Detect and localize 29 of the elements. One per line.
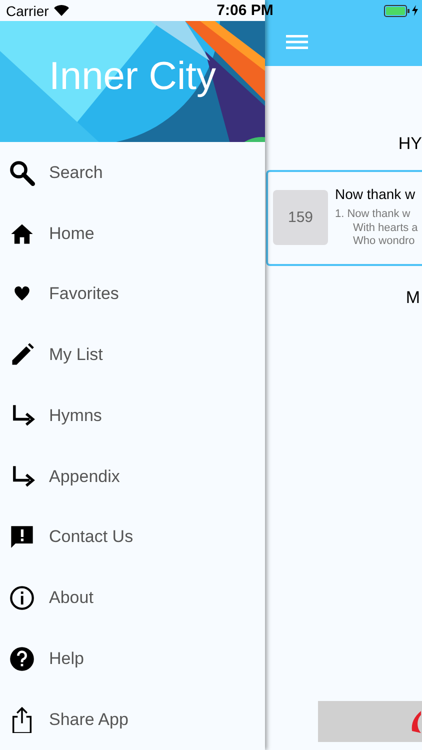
menu-icon[interactable] <box>286 35 308 49</box>
hymn-title: Now thank w <box>335 186 416 202</box>
menu-item[interactable]: Contact Us <box>0 506 265 568</box>
info-icon <box>9 585 35 612</box>
charging-icon <box>412 5 418 16</box>
menu-item[interactable]: My List <box>0 324 265 386</box>
feedback-icon <box>9 524 35 550</box>
menu-item[interactable]: Appendix <box>0 446 265 507</box>
section-heading: M <box>404 288 421 308</box>
verse-line: Who wondro <box>352 235 416 248</box>
wifi-icon <box>54 5 69 16</box>
help-icon <box>9 646 35 672</box>
menu-item[interactable]: Home <box>0 203 265 264</box>
menu-item[interactable]: Hymns <box>0 385 265 446</box>
menu-item[interactable]: Search <box>0 142 265 204</box>
menu-item[interactable]: Favorites <box>0 264 265 325</box>
menu-item[interactable]: Help <box>0 628 265 690</box>
hymn-card[interactable]: 159 Now thank w 1. Now thank w With hearts a Who wondro <box>266 170 422 266</box>
search-icon <box>9 160 35 186</box>
ad-banner[interactable] <box>318 701 422 742</box>
verse-line: 1. Now thank w <box>335 208 412 222</box>
logo-icon <box>411 710 421 732</box>
carrier-label: Carrier <box>6 2 49 18</box>
section-heading: HY <box>397 133 422 154</box>
battery-icon <box>384 4 410 16</box>
menu-item[interactable]: About <box>0 568 265 628</box>
menu-item[interactable]: Share App <box>0 689 265 750</box>
verse-line: With hearts a <box>352 222 418 235</box>
hymn-number: 159 <box>273 190 328 245</box>
